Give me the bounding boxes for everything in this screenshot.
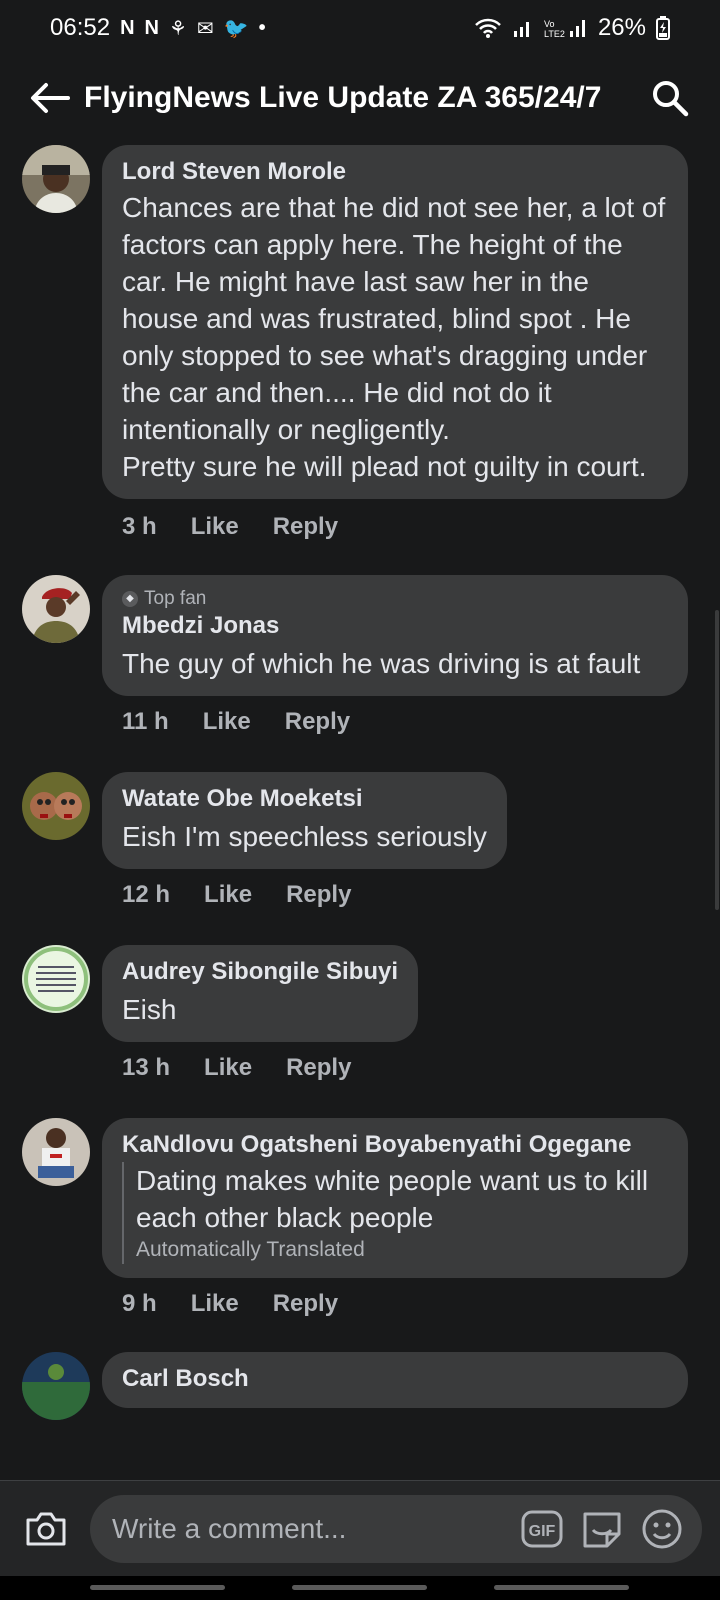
like-button[interactable]: Like [191, 513, 239, 541]
notification-icon: ⚘ [168, 17, 187, 40]
lte-signal-icon: VoLTE2 [544, 19, 585, 39]
scrollbar[interactable] [715, 610, 719, 910]
twitter-icon: 🐦 [223, 17, 249, 40]
camera-icon[interactable] [18, 1501, 74, 1557]
avatar[interactable] [22, 772, 90, 840]
battery-charging-icon [656, 16, 670, 40]
battery-percent: 26% [597, 14, 646, 41]
comment-body: ◆ Top fan Mbedzi Jonas The guy of which … [102, 575, 688, 736]
wifi-icon [475, 18, 501, 38]
reply-button[interactable]: Reply [273, 513, 338, 541]
badge-label: Top fan [144, 588, 207, 609]
status-right: Vo LTE2 26% [474, 14, 670, 42]
reply-button[interactable]: Reply [273, 1290, 338, 1318]
comment-text: Dating makes white people want us to kil… [136, 1165, 656, 1233]
comment-time[interactable]: 13 h [122, 1054, 170, 1082]
search-icon[interactable] [648, 76, 692, 120]
gif-label: GIF [529, 1523, 556, 1540]
comment-time[interactable]: 12 h [122, 881, 170, 909]
comment-author[interactable]: Audrey Sibongile Sibuyi [122, 957, 398, 987]
signal-icon [513, 22, 529, 37]
auto-translated-label[interactable]: Automatically Translated [136, 1236, 668, 1264]
comment-item: Watate Obe Moeketsi Eish I'm speechless … [0, 772, 720, 909]
avatar[interactable] [22, 575, 90, 643]
comment-actions: 13 h Like Reply [102, 1054, 418, 1082]
comment-item: Lord Steven Morole Chances are that he d… [0, 145, 720, 541]
comment-body: Audrey Sibongile Sibuyi Eish 13 h Like R… [102, 945, 419, 1082]
comment-bubble[interactable]: Watate Obe Moeketsi Eish I'm speechless … [102, 772, 507, 869]
comment-composer: Write a comment... GIF [0, 1480, 720, 1576]
reply-button[interactable]: Reply [286, 1054, 351, 1082]
comment-text: The guy of which he was driving is at fa… [122, 648, 641, 679]
comment-author[interactable]: Lord Steven Morole [122, 157, 668, 187]
comment-time[interactable]: 3 h [122, 513, 157, 541]
sticker-icon[interactable] [578, 1505, 626, 1553]
comment-text: Eish I'm speechless seriously [122, 821, 487, 852]
arrow-left-icon[interactable] [28, 76, 72, 120]
system-nav-bar [0, 1576, 720, 1600]
comment-item: KaNdlovu Ogatsheni Boyabenyathi Ogegane … [0, 1118, 720, 1318]
comment-body: Carl Bosch [102, 1352, 688, 1420]
comments-list[interactable]: Lord Steven Morole Chances are that he d… [0, 145, 720, 1485]
comment-author[interactable]: KaNdlovu Ogatsheni Boyabenyathi Ogegane [122, 1130, 668, 1160]
comment-body: Watate Obe Moeketsi Eish I'm speechless … [102, 772, 507, 909]
comment-actions: 3 h Like Reply [102, 513, 688, 541]
nav-home-button[interactable] [292, 1585, 427, 1590]
gif-button[interactable]: GIF [518, 1505, 566, 1553]
reply-button[interactable]: Reply [285, 708, 350, 736]
comment-author[interactable]: Mbedzi Jonas [122, 611, 668, 641]
avatar[interactable] [22, 945, 90, 1013]
comment-bubble[interactable]: KaNdlovu Ogatsheni Boyabenyathi Ogegane … [102, 1118, 688, 1278]
comment-body: KaNdlovu Ogatsheni Boyabenyathi Ogegane … [102, 1118, 688, 1318]
comment-input[interactable]: Write a comment... GIF [90, 1494, 702, 1563]
messenger-icon: ✉ [196, 17, 214, 40]
comment-bubble[interactable]: Carl Bosch [102, 1352, 688, 1408]
comment-bubble[interactable]: ◆ Top fan Mbedzi Jonas The guy of which … [102, 575, 688, 696]
svg-text:Vo: Vo [544, 19, 555, 29]
app-header: FlyingNews Live Update ZA 365/24/7 [0, 62, 720, 134]
avatar[interactable] [22, 1352, 90, 1420]
emoji-icon[interactable] [638, 1505, 686, 1553]
comment-text: Chances are that he did not see her, a l… [122, 192, 666, 482]
svg-text:LTE2: LTE2 [544, 29, 565, 39]
more-dot-icon: • [258, 16, 266, 39]
comment-time[interactable]: 9 h [122, 1290, 157, 1318]
comment-body: Lord Steven Morole Chances are that he d… [102, 145, 688, 541]
avatar[interactable] [22, 1118, 90, 1186]
like-button[interactable]: Like [203, 708, 251, 736]
notification-icon: N [144, 16, 159, 39]
status-time: 06:52 [50, 14, 111, 41]
comment-text: Eish [122, 994, 177, 1025]
comment-author[interactable]: Watate Obe Moeketsi [122, 784, 487, 814]
comment-bubble[interactable]: Lord Steven Morole Chances are that he d… [102, 145, 688, 499]
comment-item: Carl Bosch [0, 1352, 720, 1420]
nav-back-button[interactable] [494, 1585, 629, 1590]
comment-actions: 9 h Like Reply [102, 1290, 688, 1318]
like-button[interactable]: Like [204, 1054, 252, 1082]
comment-item: Audrey Sibongile Sibuyi Eish 13 h Like R… [0, 945, 720, 1082]
comment-time[interactable]: 11 h [122, 708, 169, 736]
notification-icon: N [120, 16, 135, 39]
status-bar: 06:52 N N ⚘ ✉ 🐦 • Vo LTE2 26% [0, 0, 720, 56]
comment-author[interactable]: Carl Bosch [122, 1364, 668, 1394]
like-button[interactable]: Like [204, 881, 252, 909]
comment-item: ◆ Top fan Mbedzi Jonas The guy of which … [0, 575, 720, 736]
page-title: FlyingNews Live Update ZA 365/24/7 [84, 81, 602, 114]
comment-bubble[interactable]: Audrey Sibongile Sibuyi Eish [102, 945, 419, 1042]
nav-recent-button[interactable] [90, 1585, 225, 1590]
comment-input-placeholder[interactable]: Write a comment... [112, 1513, 506, 1545]
diamond-icon: ◆ [122, 591, 138, 607]
comment-actions: 11 h Like Reply [102, 708, 688, 736]
comment-actions: 12 h Like Reply [102, 881, 507, 909]
translated-quote: Dating makes white people want us to kil… [122, 1162, 668, 1264]
reply-button[interactable]: Reply [286, 881, 351, 909]
avatar[interactable] [22, 145, 90, 213]
top-fan-badge: ◆ Top fan [122, 587, 668, 611]
like-button[interactable]: Like [191, 1290, 239, 1318]
status-left: 06:52 N N ⚘ ✉ 🐦 • [50, 14, 266, 42]
